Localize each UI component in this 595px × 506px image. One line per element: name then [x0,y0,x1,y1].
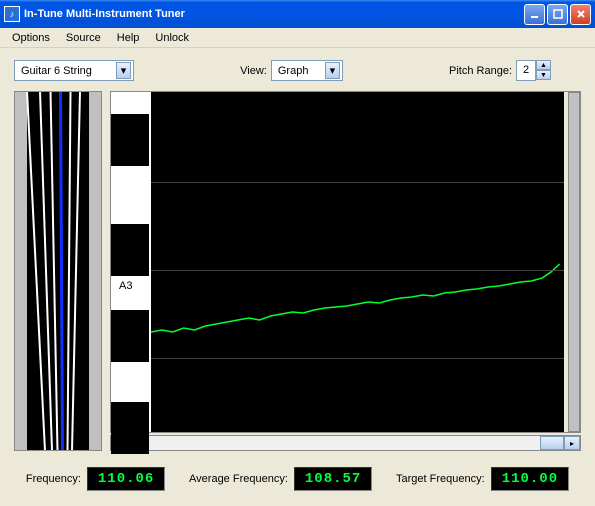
note-label: A3 [119,280,132,292]
menu-options[interactable]: Options [4,30,58,46]
app-icon: ♪ [4,6,20,22]
instrument-select[interactable]: Guitar 6 String ▾ [14,60,134,81]
menu-source[interactable]: Source [58,30,109,46]
strings-graphic [27,92,89,450]
strings-panel [14,91,102,451]
readouts-row: Frequency: 110.06 Average Frequency: 108… [14,467,581,491]
target-frequency-value: 110.00 [491,467,569,491]
pitch-range-label: Pitch Range: [449,65,512,77]
menubar: Options Source Help Unlock [0,28,595,48]
maximize-button[interactable] [547,4,568,25]
view-label: View: [240,65,267,77]
minimize-button[interactable] [524,4,545,25]
content-area: Guitar 6 String ▾ View: Graph ▾ Pitch Ra… [0,48,595,503]
pitch-trace [151,92,564,432]
level-meter [568,92,580,432]
avg-frequency-label: Average Frequency: [189,473,288,485]
view-value: Graph [274,65,313,77]
frequency-value: 110.06 [87,467,165,491]
chevron-down-icon: ▾ [325,62,340,79]
graph-panel: A3 ◂ ▸ [110,91,581,451]
graph-top: A3 [110,91,581,433]
frequency-label: Frequency: [26,473,81,485]
window-title: In-Tune Multi-Instrument Tuner [24,8,524,20]
avg-frequency-readout: Average Frequency: 108.57 [189,467,372,491]
close-button[interactable] [570,4,591,25]
spin-up-button[interactable]: ▲ [536,60,551,70]
controls-row: Guitar 6 String ▾ View: Graph ▾ Pitch Ra… [14,60,581,81]
scroll-thumb[interactable] [540,436,564,450]
view-select[interactable]: Graph ▾ [271,60,343,81]
scroll-track[interactable] [127,436,564,450]
plot-area [151,92,564,432]
horizontal-scrollbar[interactable]: ◂ ▸ [110,435,581,451]
chevron-down-icon: ▾ [116,62,131,79]
main-display: A3 ◂ ▸ [14,91,581,451]
window-controls [524,4,591,25]
target-frequency-readout: Target Frequency: 110.00 [396,467,569,491]
titlebar: ♪ In-Tune Multi-Instrument Tuner [0,0,595,28]
scroll-right-button[interactable]: ▸ [564,436,580,450]
frequency-readout: Frequency: 110.06 [26,467,165,491]
target-frequency-label: Target Frequency: [396,473,485,485]
menu-unlock[interactable]: Unlock [147,30,197,46]
avg-frequency-value: 108.57 [294,467,372,491]
menu-help[interactable]: Help [109,30,148,46]
pitch-range-value[interactable]: 2 [516,60,536,81]
pitch-range-stepper[interactable]: 2 ▲ ▼ [516,60,551,81]
instrument-value: Guitar 6 String [17,65,96,77]
note-column: A3 [111,92,151,432]
spin-down-button[interactable]: ▼ [536,70,551,80]
